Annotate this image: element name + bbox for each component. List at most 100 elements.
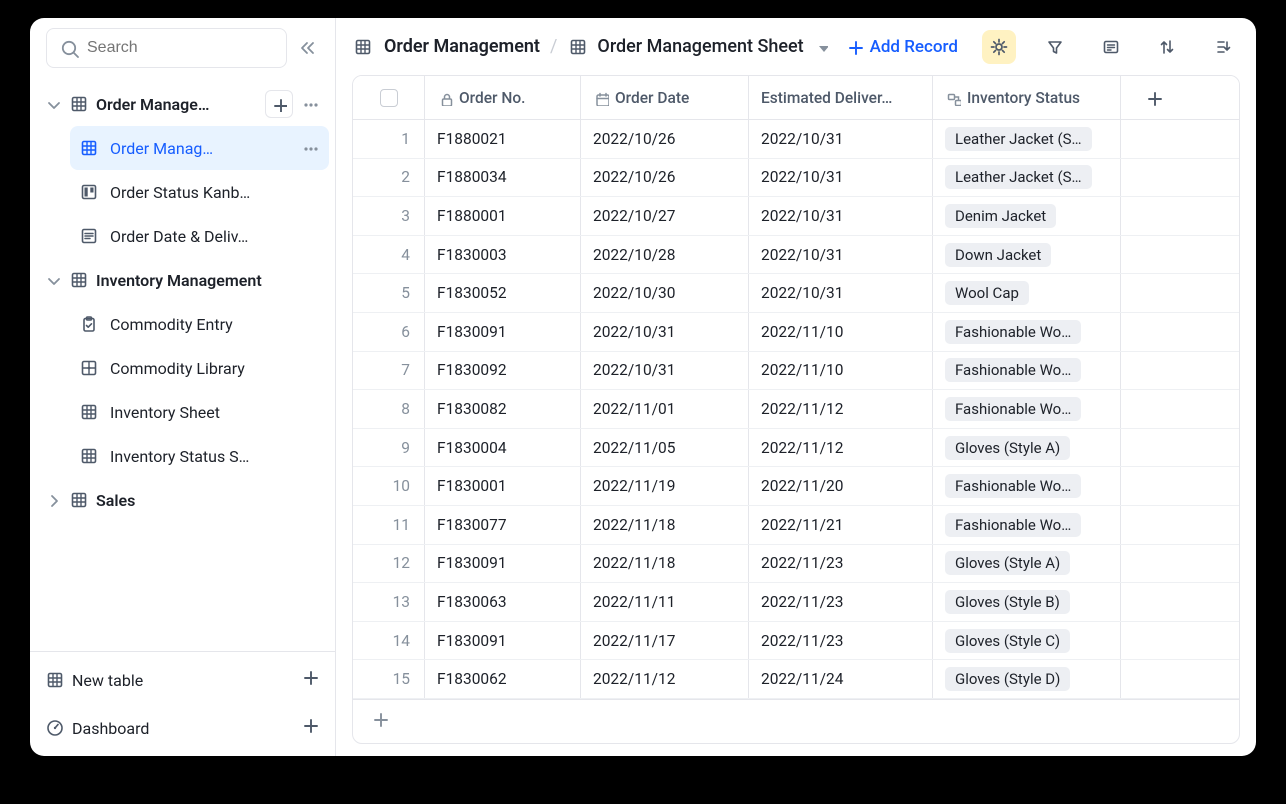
cell-order-no[interactable]: F1830091: [425, 313, 581, 351]
cell-inventory-status[interactable]: Fashionable Wo…: [933, 467, 1121, 505]
add-column-button[interactable]: [1121, 76, 1187, 119]
cell-estimated-delivery[interactable]: 2022/10/31: [749, 197, 933, 235]
table-row[interactable]: 1 F1880021 2022/10/26 2022/10/31 Leather…: [353, 120, 1239, 159]
cell-inventory-status[interactable]: Fashionable Wo…: [933, 313, 1121, 351]
cell-order-date[interactable]: 2022/10/30: [581, 274, 749, 312]
cell-estimated-delivery[interactable]: 2022/11/12: [749, 429, 933, 467]
cell-estimated-delivery[interactable]: 2022/11/23: [749, 622, 933, 660]
sidebar-item-commodity-library[interactable]: Commodity Library: [70, 346, 329, 390]
cell-inventory-status[interactable]: Leather Jacket (S…: [933, 159, 1121, 197]
search-input[interactable]: [87, 39, 274, 57]
table-row[interactable]: 4 F1830003 2022/10/28 2022/10/31 Down Ja…: [353, 236, 1239, 275]
cell-inventory-status[interactable]: Gloves (Style A): [933, 429, 1121, 467]
table-row[interactable]: 6 F1830091 2022/10/31 2022/11/10 Fashion…: [353, 313, 1239, 352]
cell-order-date[interactable]: 2022/10/31: [581, 313, 749, 351]
collapse-sidebar-button[interactable]: [295, 36, 319, 60]
sort-button[interactable]: [1150, 30, 1184, 64]
cell-inventory-status[interactable]: Gloves (Style D): [933, 660, 1121, 698]
cell-inventory-status[interactable]: Gloves (Style A): [933, 545, 1121, 583]
breadcrumb-sheet[interactable]: Order Management Sheet: [567, 36, 827, 58]
cell-inventory-status[interactable]: Denim Jacket: [933, 197, 1121, 235]
cell-order-date[interactable]: 2022/11/19: [581, 467, 749, 505]
search-box[interactable]: [46, 28, 287, 68]
select-all-header[interactable]: [353, 76, 425, 119]
cell-order-no[interactable]: F1880001: [425, 197, 581, 235]
cell-estimated-delivery[interactable]: 2022/11/24: [749, 660, 933, 698]
cell-estimated-delivery[interactable]: 2022/10/31: [749, 274, 933, 312]
cell-inventory-status[interactable]: Gloves (Style C): [933, 622, 1121, 660]
column-header-estimated-delivery[interactable]: Estimated Deliver…: [749, 76, 933, 119]
settings-button[interactable]: [982, 30, 1016, 64]
cell-estimated-delivery[interactable]: 2022/11/10: [749, 352, 933, 390]
filter-button[interactable]: [1038, 30, 1072, 64]
table-row[interactable]: 11 F1830077 2022/11/18 2022/11/21 Fashio…: [353, 506, 1239, 545]
table-row[interactable]: 3 F1880001 2022/10/27 2022/10/31 Denim J…: [353, 197, 1239, 236]
cell-order-date[interactable]: 2022/11/01: [581, 390, 749, 428]
cell-inventory-status[interactable]: Down Jacket: [933, 236, 1121, 274]
cell-estimated-delivery[interactable]: 2022/10/31: [749, 120, 933, 158]
sidebar-item-order-date-delivery[interactable]: Order Date & Deliv…: [70, 214, 329, 258]
sidebar-item-inventory-status[interactable]: Inventory Status S…: [70, 434, 329, 478]
table-row[interactable]: 15 F1830062 2022/11/12 2022/11/24 Gloves…: [353, 660, 1239, 699]
add-row-button[interactable]: [371, 710, 391, 734]
cell-order-no[interactable]: F1830062: [425, 660, 581, 698]
cell-order-no[interactable]: F1830063: [425, 583, 581, 621]
cell-order-date[interactable]: 2022/11/11: [581, 583, 749, 621]
table-row[interactable]: 7 F1830092 2022/10/31 2022/11/10 Fashion…: [353, 352, 1239, 391]
cell-order-date[interactable]: 2022/11/17: [581, 622, 749, 660]
cell-order-date[interactable]: 2022/11/12: [581, 660, 749, 698]
add-view-button[interactable]: [265, 90, 293, 118]
cell-order-no[interactable]: F1830004: [425, 429, 581, 467]
cell-order-date[interactable]: 2022/11/18: [581, 545, 749, 583]
cell-inventory-status[interactable]: Gloves (Style B): [933, 583, 1121, 621]
column-header-order-no[interactable]: Order No.: [425, 76, 581, 119]
table-row[interactable]: 13 F1830063 2022/11/11 2022/11/23 Gloves…: [353, 583, 1239, 622]
cell-order-no[interactable]: F1830001: [425, 467, 581, 505]
dashboard-button[interactable]: Dashboard: [36, 704, 329, 752]
breadcrumb-table[interactable]: Order Management: [384, 36, 540, 57]
cell-order-no[interactable]: F1880021: [425, 120, 581, 158]
add-record-button[interactable]: Add Record: [846, 37, 958, 57]
cell-order-date[interactable]: 2022/10/31: [581, 352, 749, 390]
column-header-inventory-status[interactable]: Inventory Status: [933, 76, 1121, 119]
cell-order-no[interactable]: F1830003: [425, 236, 581, 274]
cell-order-no[interactable]: F1830052: [425, 274, 581, 312]
cell-order-no[interactable]: F1830092: [425, 352, 581, 390]
cell-order-date[interactable]: 2022/11/05: [581, 429, 749, 467]
cell-estimated-delivery[interactable]: 2022/11/20: [749, 467, 933, 505]
item-more-button[interactable]: [299, 137, 321, 159]
table-row[interactable]: 9 F1830004 2022/11/05 2022/11/12 Gloves …: [353, 429, 1239, 468]
table-row[interactable]: 12 F1830091 2022/11/18 2022/11/23 Gloves…: [353, 545, 1239, 584]
section-more-button[interactable]: [299, 93, 321, 115]
cell-inventory-status[interactable]: Fashionable Wo…: [933, 352, 1121, 390]
cell-estimated-delivery[interactable]: 2022/11/12: [749, 390, 933, 428]
cell-order-no[interactable]: F1830091: [425, 545, 581, 583]
table-body[interactable]: 1 F1880021 2022/10/26 2022/10/31 Leather…: [353, 120, 1239, 699]
sidebar-item-order-status-kanban[interactable]: Order Status Kanb…: [70, 170, 329, 214]
cell-order-date[interactable]: 2022/10/27: [581, 197, 749, 235]
cell-estimated-delivery[interactable]: 2022/11/10: [749, 313, 933, 351]
cell-order-no[interactable]: F1830077: [425, 506, 581, 544]
cell-order-no[interactable]: F1830091: [425, 622, 581, 660]
cell-estimated-delivery[interactable]: 2022/11/23: [749, 545, 933, 583]
cell-order-date[interactable]: 2022/10/26: [581, 120, 749, 158]
sidebar-section-head[interactable]: Sales: [36, 478, 329, 522]
table-row[interactable]: 10 F1830001 2022/11/19 2022/11/20 Fashio…: [353, 467, 1239, 506]
cell-inventory-status[interactable]: Fashionable Wo…: [933, 506, 1121, 544]
new-table-button[interactable]: New table: [36, 656, 329, 704]
cell-order-no[interactable]: F1880034: [425, 159, 581, 197]
sidebar-section-head[interactable]: Inventory Management: [36, 258, 329, 302]
column-header-order-date[interactable]: Order Date: [581, 76, 749, 119]
table-row[interactable]: 14 F1830091 2022/11/17 2022/11/23 Gloves…: [353, 622, 1239, 661]
sidebar-item-commodity-entry[interactable]: Commodity Entry: [70, 302, 329, 346]
table-row[interactable]: 8 F1830082 2022/11/01 2022/11/12 Fashion…: [353, 390, 1239, 429]
group-button[interactable]: [1206, 30, 1240, 64]
cell-order-date[interactable]: 2022/11/18: [581, 506, 749, 544]
cell-estimated-delivery[interactable]: 2022/11/23: [749, 583, 933, 621]
cell-inventory-status[interactable]: Leather Jacket (S…: [933, 120, 1121, 158]
cell-estimated-delivery[interactable]: 2022/10/31: [749, 236, 933, 274]
table-row[interactable]: 2 F1880034 2022/10/26 2022/10/31 Leather…: [353, 159, 1239, 198]
cell-inventory-status[interactable]: Wool Cap: [933, 274, 1121, 312]
sidebar-item-inventory-sheet[interactable]: Inventory Sheet: [70, 390, 329, 434]
cell-inventory-status[interactable]: Fashionable Wo…: [933, 390, 1121, 428]
